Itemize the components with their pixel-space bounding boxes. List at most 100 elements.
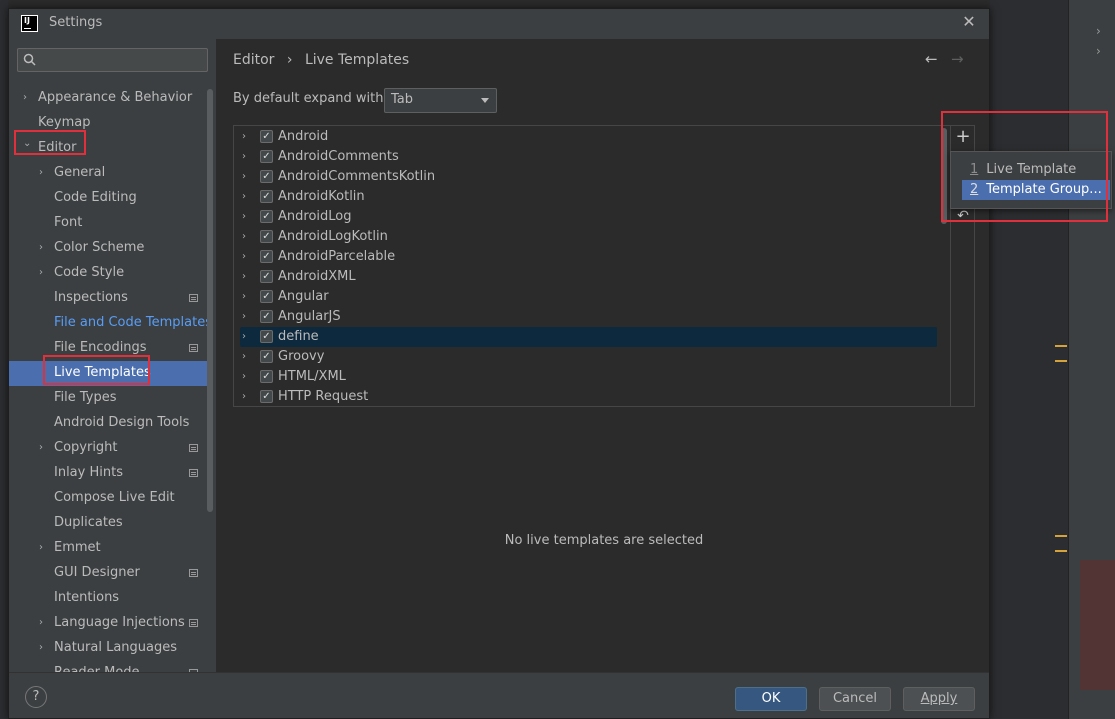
popup-item-live-template[interactable]: 1 Live Template: [962, 160, 1110, 180]
template-checkbox[interactable]: ✓: [260, 130, 273, 143]
template-group-row[interactable]: › ✓ AndroidXML: [234, 267, 939, 287]
chevron-right-icon[interactable]: ›: [242, 367, 246, 387]
background-tree-arrow: ›: [1096, 44, 1101, 58]
chevron-right-icon[interactable]: ›: [242, 127, 246, 147]
sidebar-item-label: GUI Designer: [54, 565, 140, 580]
undo-icon[interactable]: ↶: [954, 207, 972, 225]
chevron-right-icon[interactable]: ›: [39, 261, 49, 285]
chevron-right-icon[interactable]: ›: [23, 86, 33, 110]
chevron-right-icon[interactable]: ›: [242, 207, 246, 227]
template-group-row[interactable]: › ✓ AndroidKotlin: [234, 187, 939, 207]
chevron-right-icon[interactable]: ›: [242, 147, 246, 167]
sidebar-item-code-style[interactable]: › Code Style: [9, 261, 208, 286]
sidebar-item-emmet[interactable]: › Emmet: [9, 536, 208, 561]
template-group-row[interactable]: › ✓ Angular: [234, 287, 939, 307]
template-checkbox[interactable]: ✓: [260, 170, 273, 183]
back-arrow-icon[interactable]: ←: [925, 50, 938, 68]
sidebar-item-language-injections[interactable]: › Language Injections: [9, 611, 208, 636]
chevron-right-icon[interactable]: ›: [242, 307, 246, 327]
sidebar-item-label: Intentions: [54, 590, 120, 605]
popup-item-template-group[interactable]: 2 Template Group...: [962, 180, 1110, 200]
chevron-right-icon[interactable]: ›: [242, 167, 246, 187]
sidebar-item-label: General: [54, 165, 106, 180]
template-group-name: define: [278, 329, 319, 344]
sidebar-item-inspections[interactable]: Inspections: [9, 286, 208, 311]
chevron-right-icon[interactable]: ›: [242, 347, 246, 367]
template-checkbox[interactable]: ✓: [260, 230, 273, 243]
sidebar-item-inlay-hints[interactable]: Inlay Hints: [9, 461, 208, 486]
template-group-row[interactable]: › ✓ AndroidComments: [234, 147, 939, 167]
chevron-right-icon[interactable]: ›: [242, 187, 246, 207]
template-checkbox[interactable]: ✓: [260, 210, 273, 223]
sidebar-item-natural-languages[interactable]: › Natural Languages: [9, 636, 208, 661]
sidebar-item-android-design-tools[interactable]: Android Design Tools: [9, 411, 208, 436]
breadcrumb-parent[interactable]: Editor: [233, 52, 274, 68]
template-checkbox[interactable]: ✓: [260, 250, 273, 263]
chevron-down-icon: [481, 98, 489, 103]
template-group-row[interactable]: › ✓ Android: [234, 127, 939, 147]
template-checkbox[interactable]: ✓: [260, 290, 273, 303]
chevron-right-icon[interactable]: ›: [39, 161, 49, 185]
sidebar-item-gui-designer[interactable]: GUI Designer: [9, 561, 208, 586]
template-group-row[interactable]: › ✓ AndroidLog: [234, 207, 939, 227]
chevron-right-icon[interactable]: ›: [242, 387, 246, 406]
chevron-right-icon[interactable]: ›: [242, 287, 246, 307]
sidebar-item-live-templates[interactable]: Live Templates: [9, 361, 208, 386]
empty-message: No live templates are selected: [504, 533, 704, 548]
sidebar-item-general[interactable]: › General: [9, 161, 208, 186]
chevron-right-icon[interactable]: ›: [39, 636, 49, 660]
template-group-row[interactable]: › ✓ AndroidCommentsKotlin: [234, 167, 939, 187]
sidebar-item-file-encodings[interactable]: File Encodings: [9, 336, 208, 361]
chevron-right-icon[interactable]: ›: [242, 327, 246, 347]
add-icon[interactable]: +: [954, 128, 972, 146]
template-group-row[interactable]: › ✓ HTTP Request: [234, 387, 939, 406]
sidebar-item-reader-mode[interactable]: Reader Mode: [9, 661, 208, 672]
project-settings-icon: [189, 444, 198, 452]
expand-select[interactable]: Tab: [384, 88, 497, 113]
template-group-row[interactable]: › ✓ define: [240, 327, 937, 347]
sidebar-item-copyright[interactable]: › Copyright: [9, 436, 208, 461]
help-icon[interactable]: ?: [25, 686, 47, 708]
template-checkbox[interactable]: ✓: [260, 350, 273, 363]
templates-scrollbar[interactable]: [941, 128, 947, 224]
apply-button[interactable]: Apply: [903, 687, 975, 711]
sidebar-item-compose-live-edit[interactable]: Compose Live Edit: [9, 486, 208, 511]
template-group-row[interactable]: › ✓ HTML/XML: [234, 367, 939, 387]
sidebar-scrollbar[interactable]: [207, 89, 213, 512]
sidebar-item-file-types[interactable]: File Types: [9, 386, 208, 411]
template-group-row[interactable]: › ✓ Groovy: [234, 347, 939, 367]
search-input[interactable]: [17, 48, 208, 72]
template-group-row[interactable]: › ✓ AndroidLogKotlin: [234, 227, 939, 247]
chevron-down-icon[interactable]: ⌄: [23, 132, 33, 156]
sidebar-item-keymap[interactable]: Keymap: [9, 111, 208, 136]
sidebar-item-duplicates[interactable]: Duplicates: [9, 511, 208, 536]
cancel-button[interactable]: Cancel: [819, 687, 891, 711]
sidebar-item-file-and-code-templates[interactable]: File and Code Templates: [9, 311, 212, 336]
sidebar-item-code-editing[interactable]: Code Editing: [9, 186, 208, 211]
template-checkbox[interactable]: ✓: [260, 370, 273, 383]
chevron-right-icon[interactable]: ›: [242, 227, 246, 247]
sidebar-item-font[interactable]: Font: [9, 211, 208, 236]
chevron-right-icon[interactable]: ›: [39, 236, 49, 260]
template-checkbox[interactable]: ✓: [260, 330, 273, 343]
chevron-right-icon[interactable]: ›: [39, 536, 49, 560]
close-icon[interactable]: ✕: [959, 12, 979, 32]
ok-button[interactable]: OK: [735, 687, 807, 711]
sidebar-item-appearance-behavior[interactable]: › Appearance & Behavior: [9, 86, 208, 111]
template-checkbox[interactable]: ✓: [260, 150, 273, 163]
project-settings-icon: [189, 569, 198, 577]
sidebar-item-color-scheme[interactable]: › Color Scheme: [9, 236, 208, 261]
template-checkbox[interactable]: ✓: [260, 390, 273, 403]
forward-arrow-icon[interactable]: →: [951, 50, 964, 68]
template-checkbox[interactable]: ✓: [260, 270, 273, 283]
template-group-row[interactable]: › ✓ AngularJS: [234, 307, 939, 327]
chevron-right-icon[interactable]: ›: [242, 267, 246, 287]
chevron-right-icon[interactable]: ›: [39, 436, 49, 460]
template-checkbox[interactable]: ✓: [260, 190, 273, 203]
chevron-right-icon[interactable]: ›: [242, 247, 246, 267]
template-group-row[interactable]: › ✓ AndroidParcelable: [234, 247, 939, 267]
sidebar-item-editor[interactable]: ⌄ Editor: [9, 136, 208, 161]
template-checkbox[interactable]: ✓: [260, 310, 273, 323]
sidebar-item-intentions[interactable]: Intentions: [9, 586, 208, 611]
chevron-right-icon[interactable]: ›: [39, 611, 49, 635]
